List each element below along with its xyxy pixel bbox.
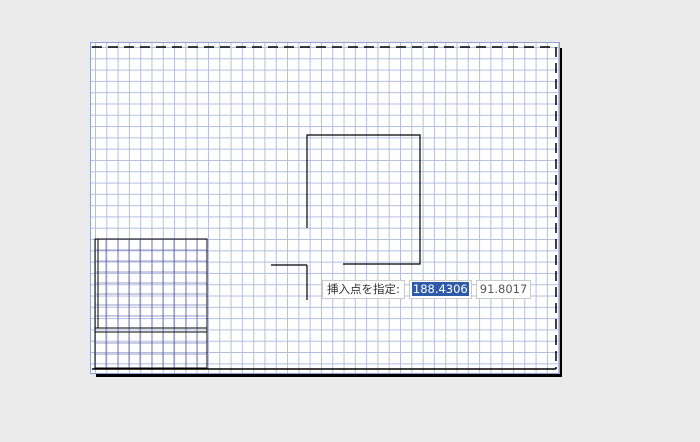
drawing-geometry [92, 46, 557, 370]
title-block-grid [95, 239, 207, 368]
y-coordinate-input[interactable]: 91.8017 [475, 280, 532, 299]
printable-area-border [92, 46, 557, 369]
insertion-point-prompt: 挿入点を指定: [322, 280, 405, 299]
dynamic-input-tooltip: 挿入点を指定: 188.4306 91.8017 [322, 280, 532, 299]
x-coordinate-input[interactable]: 188.4306 [408, 280, 472, 299]
title-block [94, 238, 208, 369]
x-coordinate-value: 188.4306 [411, 282, 469, 296]
block-preview-outline [306, 134, 421, 265]
crosshair-cursor-icon [271, 264, 308, 300]
